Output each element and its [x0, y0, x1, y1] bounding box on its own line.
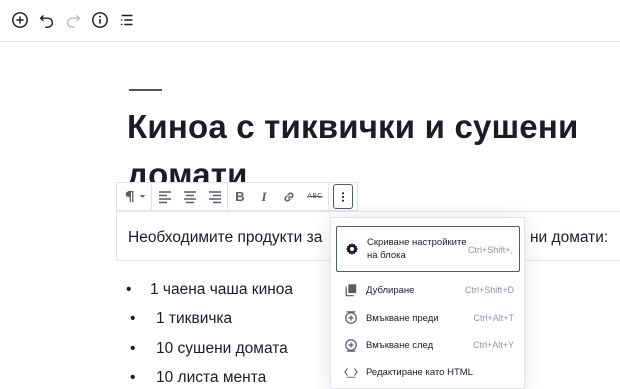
align-center-button[interactable]	[177, 183, 202, 210]
list-item[interactable]: • 10 листа мента	[130, 369, 266, 387]
block-toolbar: B I ABC	[116, 182, 358, 211]
undo-button[interactable]	[36, 9, 58, 31]
insert-before-item[interactable]: Вмъкване преди Ctrl+Alt+T	[336, 308, 520, 328]
paragraph-icon	[125, 191, 134, 203]
block-settings-menu: Скриване настройките на блока Ctrl+Shift…	[330, 217, 525, 389]
duplicate-item[interactable]: Дублиране Ctrl+Shift+D	[336, 280, 520, 300]
insert-after-item[interactable]: Вмъкване след Ctrl+Alt+Y	[336, 335, 520, 355]
hide-block-settings-item[interactable]: Скриване настройките на блока Ctrl+Shift…	[336, 226, 520, 272]
more-options-icon	[341, 191, 345, 202]
menu-item-shortcut: Ctrl+Shift+,	[467, 245, 513, 255]
block-type-button[interactable]	[117, 183, 151, 210]
info-button[interactable]	[89, 9, 111, 31]
list-item-text: 10 сушени домата	[156, 340, 288, 357]
redo-button[interactable]	[62, 9, 84, 31]
italic-button[interactable]: I	[252, 183, 276, 210]
bold-icon: B	[235, 189, 245, 204]
menu-item-label: Вмъкване след	[366, 339, 434, 351]
menu-item-shortcut: Ctrl+Shift+D	[464, 285, 514, 295]
edit-as-html-item[interactable]: Редактиране като HTML	[336, 362, 520, 382]
list-item[interactable]: • 10 сушени домата	[130, 340, 288, 358]
list-item[interactable]: • 1 тиквичка	[130, 310, 232, 328]
toolbar-divider	[328, 183, 329, 210]
insert-after-icon	[342, 336, 360, 354]
info-icon	[92, 12, 108, 28]
duplicate-icon	[342, 281, 360, 299]
post-title-line: Киноа с тиквички и сушени	[127, 108, 579, 145]
editor-top-toolbar	[0, 0, 620, 42]
menu-item-label: Вмъкване преди	[366, 312, 439, 324]
menu-item-label: Скриване настройките на блока	[367, 237, 467, 261]
align-right-button[interactable]	[202, 183, 227, 210]
strikethrough-button[interactable]: ABC	[302, 183, 328, 210]
align-right-icon	[208, 190, 221, 203]
link-icon	[284, 192, 294, 201]
title-separator	[129, 89, 162, 91]
add-block-button[interactable]	[9, 9, 31, 31]
menu-item-label: Редактиране като HTML	[366, 366, 473, 378]
menu-item-label: Дублиране	[366, 284, 415, 296]
outline-icon	[120, 14, 133, 26]
menu-item-shortcut: Ctrl+Alt+Y	[472, 340, 514, 350]
gear-icon	[343, 240, 361, 258]
add-block-icon	[12, 12, 28, 28]
bold-button[interactable]: B	[228, 183, 252, 210]
outline-button[interactable]	[116, 9, 138, 31]
list-item-text: 1 тиквичка	[156, 310, 233, 327]
strikethrough-icon: ABC	[307, 193, 323, 200]
more-options-button[interactable]	[333, 184, 353, 209]
italic-icon: I	[261, 188, 267, 204]
align-left-icon	[158, 190, 171, 203]
list-item[interactable]: • 1 чаена чаша киноа	[126, 281, 293, 299]
chevron-down-icon	[139, 195, 145, 198]
align-left-button[interactable]	[152, 183, 177, 210]
align-center-icon	[183, 190, 196, 203]
paragraph-text: Необходимите продукти за	[128, 229, 323, 246]
redo-icon	[66, 14, 81, 28]
link-button[interactable]	[276, 183, 302, 210]
list-item-text: 1 чаена чаша киноа	[150, 281, 294, 298]
insert-before-icon	[342, 309, 360, 327]
undo-icon	[39, 14, 54, 28]
paragraph-text-tail: ни домати:	[530, 229, 609, 246]
menu-item-shortcut: Ctrl+Alt+T	[473, 313, 514, 323]
html-icon	[342, 363, 360, 381]
list-item-text: 10 листа мента	[156, 369, 267, 386]
